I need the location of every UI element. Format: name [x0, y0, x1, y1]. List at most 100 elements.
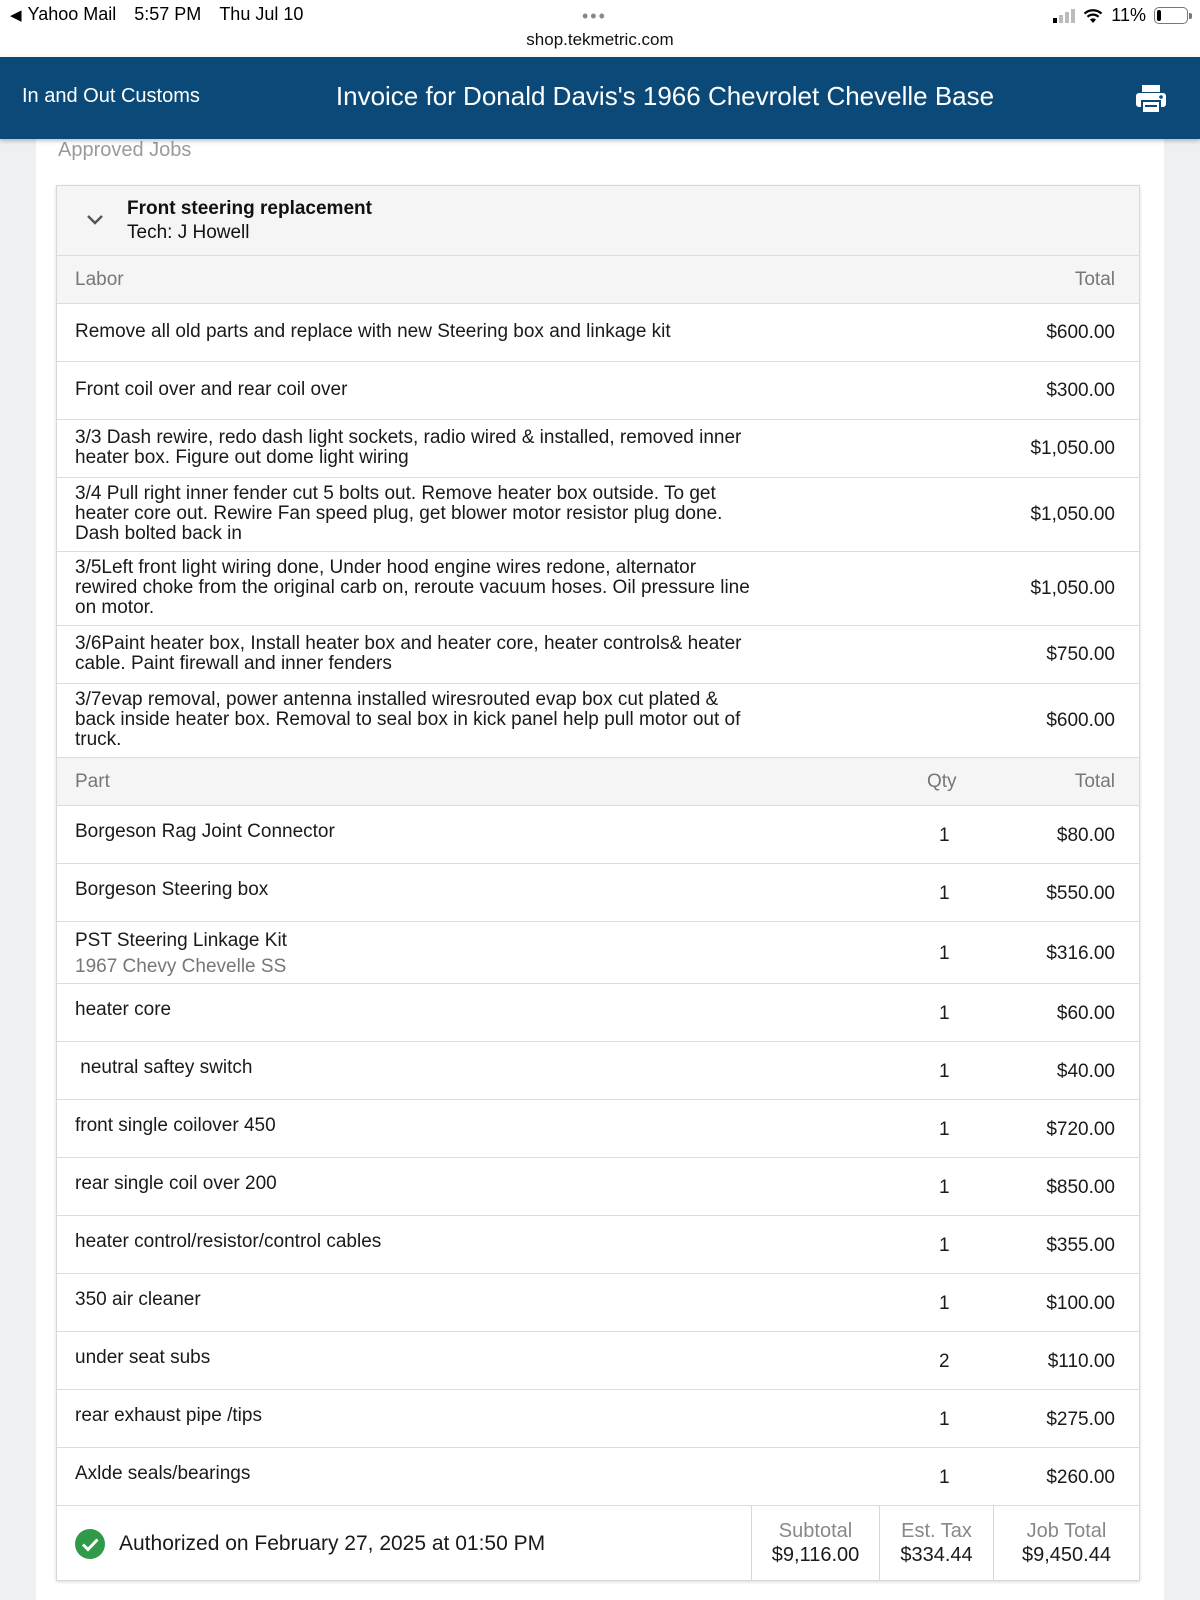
url-bar[interactable]: shop.tekmetric.com — [0, 30, 1200, 50]
battery-percent: 11% — [1111, 5, 1146, 25]
part-total: $355.00 — [1046, 1235, 1115, 1256]
labor-line: heater core out. Rewire Fan speed plug, … — [75, 503, 723, 524]
part-qty: 1 — [939, 1293, 950, 1314]
labor-row: 3/4 Pull right inner fender cut 5 bolts … — [57, 478, 1139, 552]
part-qty: 1 — [939, 943, 950, 964]
check-circle-icon — [75, 1529, 105, 1559]
part-name: front single coilover 450 — [75, 1115, 276, 1136]
part-qty: 1 — [939, 1235, 950, 1256]
labor-header: Labor Total — [57, 256, 1139, 304]
labor-line: 3/4 Pull right inner fender cut 5 bolts … — [75, 483, 716, 504]
part-row: heater control/resistor/control cables 1… — [57, 1216, 1139, 1274]
part-total: $40.00 — [1056, 1061, 1115, 1082]
part-column-header: Part — [75, 771, 110, 792]
job-total-value: $9,450.44 — [1022, 1544, 1111, 1566]
part-total: $80.00 — [1056, 825, 1115, 846]
status-left: ◀ Yahoo Mail 5:57 PM Thu Jul 10 — [10, 4, 303, 25]
subtotal-label: Subtotal — [778, 1520, 853, 1542]
labor-line: rewired choke from the original carb on,… — [75, 577, 750, 598]
labor-line: on motor. — [75, 597, 155, 618]
subtotal-cell: Subtotal $9,116.00 — [751, 1506, 879, 1580]
tax-cell: Est. Tax $334.44 — [879, 1506, 993, 1580]
qty-column-header: Qty — [927, 771, 957, 792]
labor-row: 3/5Left front light wiring done, Under h… — [57, 552, 1139, 626]
part-total: $850.00 — [1046, 1177, 1115, 1198]
part-total: $110.00 — [1047, 1351, 1115, 1372]
back-app-label[interactable]: Yahoo Mail — [28, 4, 117, 25]
part-qty: 1 — [939, 1409, 950, 1430]
part-total: $316.00 — [1046, 943, 1115, 964]
labor-line: 3/6Paint heater box, Install heater box … — [75, 633, 742, 654]
labor-row: Remove all old parts and replace with ne… — [57, 304, 1139, 362]
labor-line: heater box. Figure out dome light wiring — [75, 447, 409, 468]
part-total: $720.00 — [1046, 1119, 1115, 1140]
part-row: 350 air cleaner 1 $100.00 — [57, 1274, 1139, 1332]
part-description: PST Steering Linkage Kit 1967 Chevy Chev… — [75, 928, 775, 980]
chevron-down-icon[interactable] — [83, 208, 107, 232]
labor-total: $1,050.00 — [1030, 438, 1115, 459]
labor-row: 3/6Paint heater box, Install heater box … — [57, 626, 1139, 684]
status-date: Thu Jul 10 — [219, 4, 304, 24]
part-total-header: Total — [1074, 771, 1115, 792]
part-row: rear exhaust pipe /tips 1 $275.00 — [57, 1390, 1139, 1448]
status-bar: ◀ Yahoo Mail 5:57 PM Thu Jul 10 ••• shop… — [0, 0, 1200, 57]
job-name: Front steering replacement — [127, 198, 372, 219]
part-row: Axlde seals/bearings 1 $260.00 — [57, 1448, 1139, 1506]
labor-description: 3/3 Dash rewire, redo dash light sockets… — [75, 428, 775, 468]
part-total: $275.00 — [1046, 1409, 1115, 1430]
labor-row: 3/7evap removal, power antenna installed… — [57, 684, 1139, 758]
tax-value: $334.44 — [900, 1544, 973, 1566]
status-right: 11% — [1053, 5, 1192, 26]
part-name: heater control/resistor/control cables — [75, 1231, 382, 1252]
part-qty: 1 — [939, 1003, 950, 1024]
part-row: front single coilover 450 1 $720.00 — [57, 1100, 1139, 1158]
part-qty: 1 — [939, 883, 950, 904]
signal-icon — [1053, 8, 1076, 23]
part-name: Borgeson Steering box — [75, 879, 269, 900]
labor-total: $300.00 — [1046, 380, 1115, 401]
status-time: 5:57 PM — [134, 4, 202, 24]
labor-line: Dash bolted back in — [75, 523, 242, 544]
labor-line: Front coil over and rear coil over — [75, 379, 348, 400]
part-qty: 1 — [939, 1119, 950, 1140]
labor-row: Front coil over and rear coil over $300.… — [57, 362, 1139, 420]
invoice-card: Approved Jobs Front steering replacement… — [36, 139, 1164, 1600]
part-total: $60.00 — [1056, 1003, 1115, 1024]
part-name: heater core — [75, 999, 172, 1020]
battery-icon — [1154, 7, 1192, 24]
labor-line: 3/7evap removal, power antenna installed… — [75, 689, 719, 710]
tax-label: Est. Tax — [901, 1520, 972, 1542]
part-row: PST Steering Linkage Kit 1967 Chevy Chev… — [57, 922, 1139, 984]
part-row: under seat subs 2 $110.00 — [57, 1332, 1139, 1390]
back-arrow-icon[interactable]: ◀ — [10, 6, 22, 24]
printer-icon[interactable] — [1134, 83, 1168, 115]
authorized-text: Authorized on February 27, 2025 at 01:50… — [119, 1532, 546, 1555]
labor-description: Remove all old parts and replace with ne… — [75, 322, 775, 342]
labor-line: Remove all old parts and replace with ne… — [75, 321, 671, 342]
labor-description: Front coil over and rear coil over — [75, 380, 775, 400]
labor-line: truck. — [75, 729, 122, 750]
app-header: In and Out Customs Invoice for Donald Da… — [0, 57, 1200, 139]
labor-total: $600.00 — [1046, 322, 1115, 343]
labor-description: 3/6Paint heater box, Install heater box … — [75, 634, 775, 674]
job-tech: Tech: J Howell — [127, 222, 250, 243]
part-row: rear single coil over 200 1 $850.00 — [57, 1158, 1139, 1216]
labor-total: $600.00 — [1046, 710, 1115, 731]
part-total: $550.00 — [1046, 883, 1115, 904]
labor-line: cable. Paint firewall and inner fenders — [75, 653, 392, 674]
subtotal-value: $9,116.00 — [771, 1544, 860, 1566]
labor-total: $1,050.00 — [1030, 504, 1115, 525]
labor-line: back inside heater box. Removal to seal … — [75, 709, 741, 730]
page-title: Invoice for Donald Davis's 1966 Chevrole… — [335, 81, 995, 111]
part-qty: 1 — [939, 1061, 950, 1082]
part-name: under seat subs — [75, 1347, 211, 1368]
job-total-label: Job Total — [1026, 1520, 1107, 1542]
part-row: neutral saftey switch 1 $40.00 — [57, 1042, 1139, 1100]
labor-description: 3/7evap removal, power antenna installed… — [75, 690, 775, 750]
part-subtitle: 1967 Chevy Chevelle SS — [75, 956, 287, 977]
job-header[interactable]: Front steering replacement Tech: J Howel… — [57, 186, 1139, 256]
labor-line: 3/3 Dash rewire, redo dash light sockets… — [75, 427, 742, 448]
labor-total: $750.00 — [1046, 644, 1115, 665]
labor-row: 3/3 Dash rewire, redo dash light sockets… — [57, 420, 1139, 478]
more-dots-icon[interactable]: ••• — [582, 6, 607, 27]
